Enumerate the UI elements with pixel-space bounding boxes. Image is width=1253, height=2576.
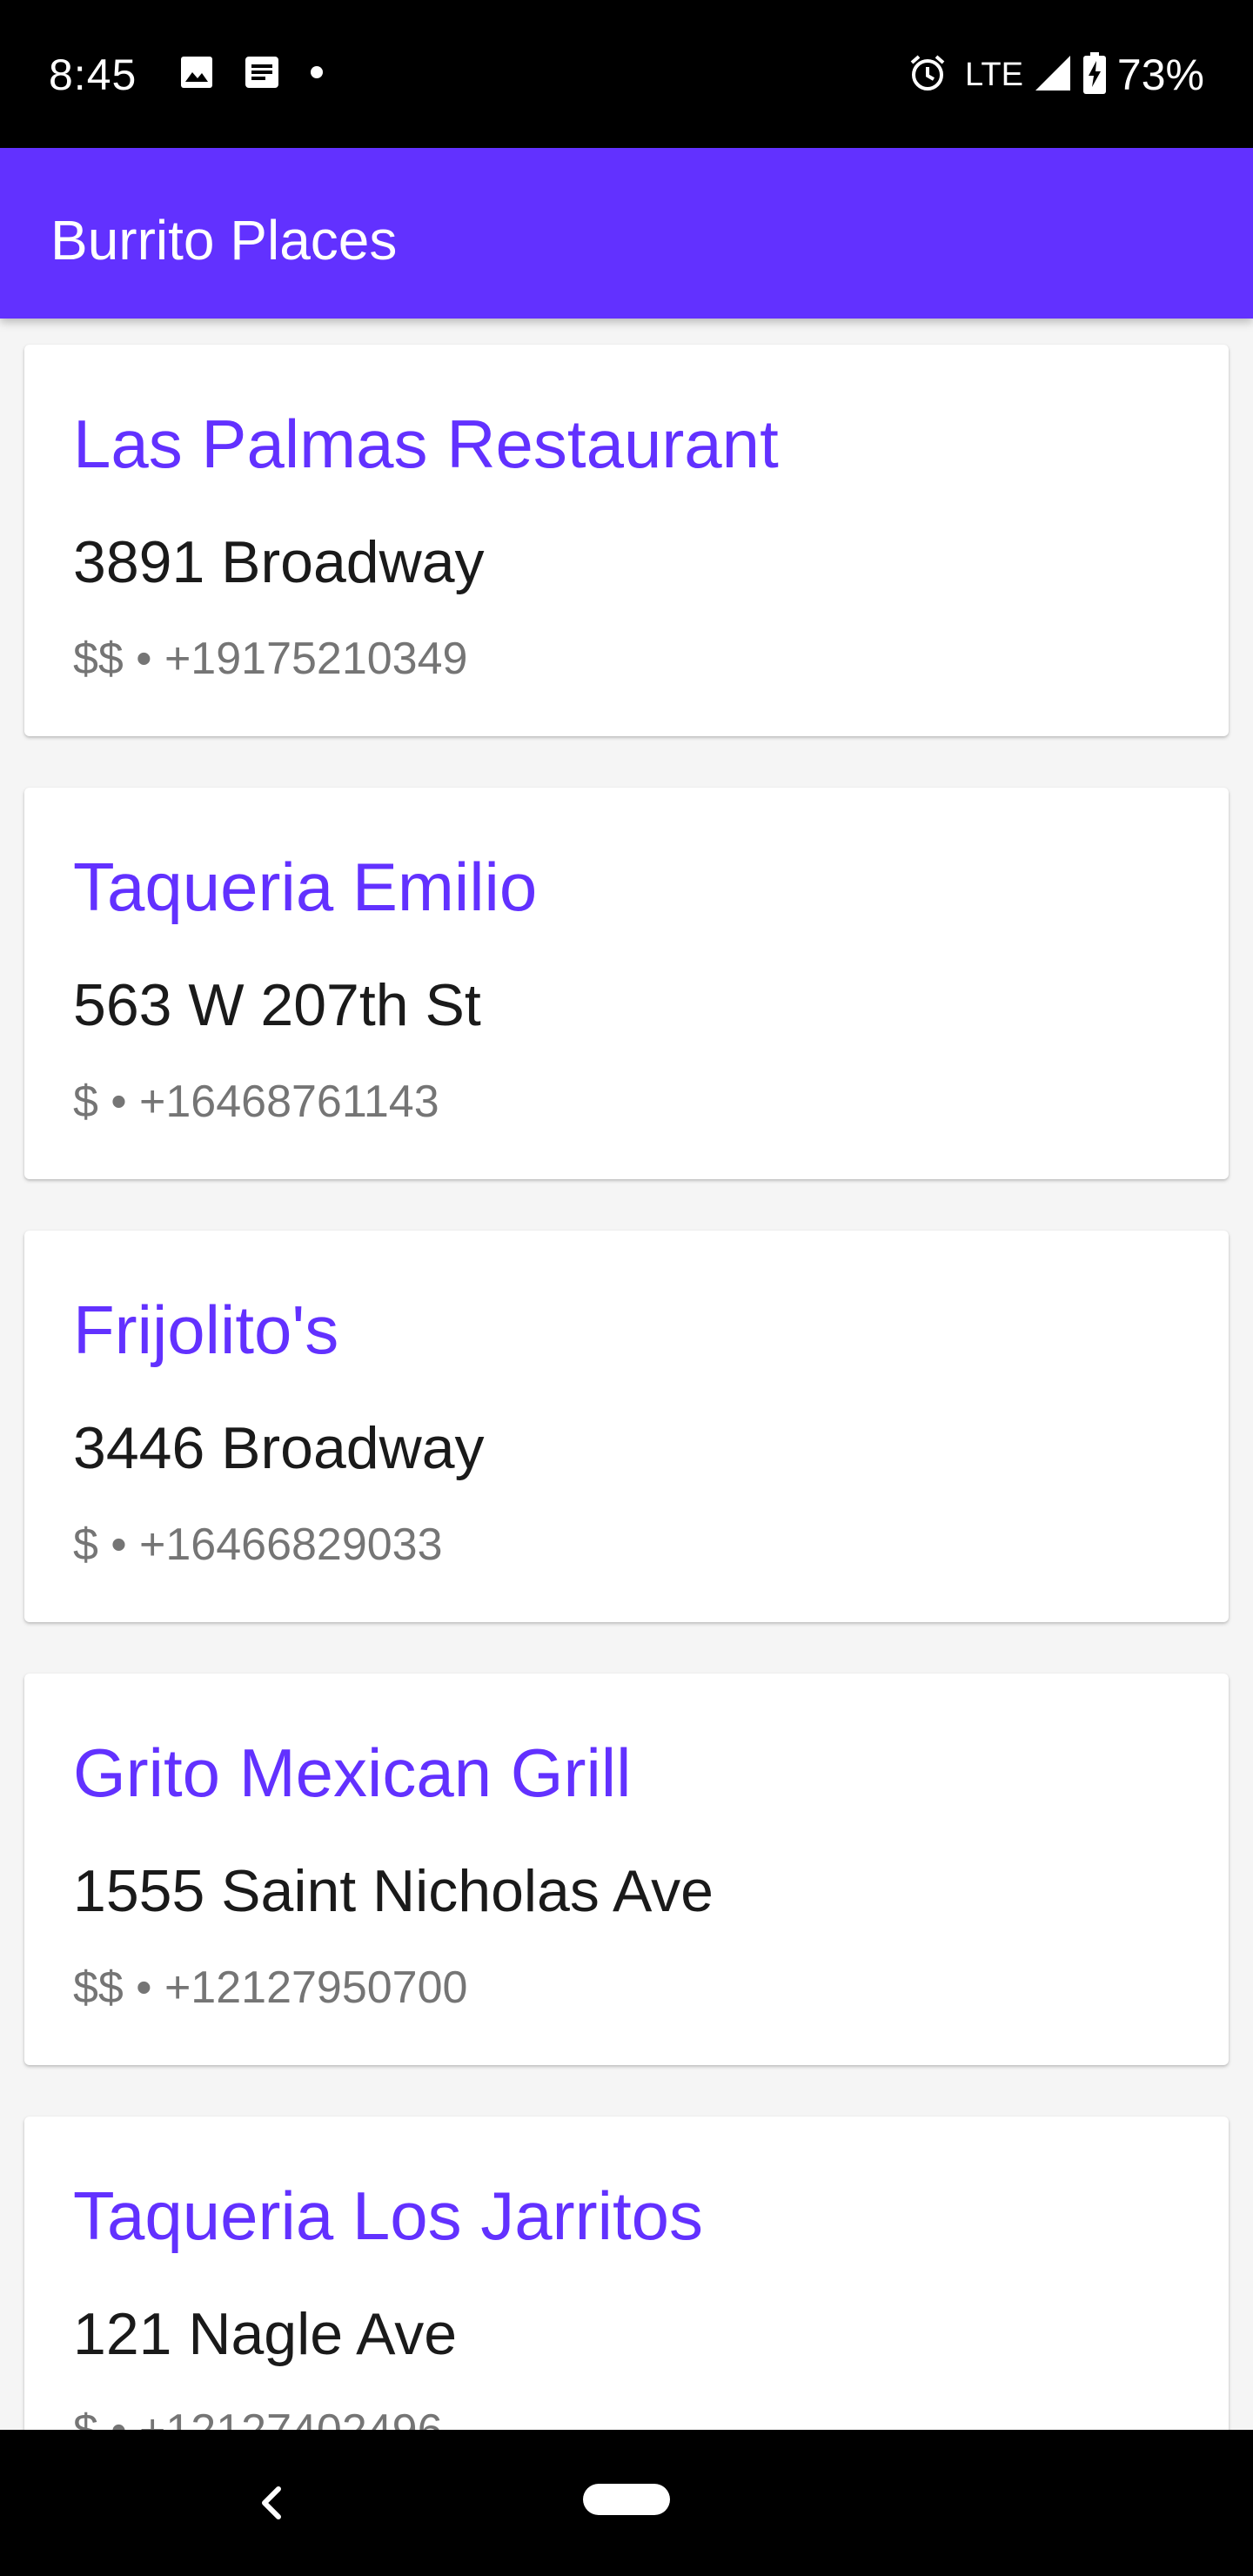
place-name: Grito Mexican Grill [73,1734,632,1811]
place-card[interactable]: Taqueria Emilio 563 W 207th St $ • +1646… [24,788,1229,1179]
place-price-phone: $ • +12127402496 [73,2404,443,2430]
place-card[interactable]: Grito Mexican Grill 1555 Saint Nicholas … [24,1674,1229,2065]
status-notification-icons [179,54,324,94]
app-bar: Burrito Places [0,148,1253,319]
alarm-icon [908,53,948,97]
image-icon [179,55,214,94]
place-card[interactable]: Frijolito's 3446 Broadway $ • +164668290… [24,1231,1229,1622]
place-address: 3891 Broadway [73,529,485,595]
status-time: 8:45 [49,50,137,99]
place-name: Frijolito's [73,1291,339,1368]
place-price-phone: $$ • +19175210349 [73,634,468,684]
place-card[interactable]: Las Palmas Restaurant 3891 Broadway $$ •… [24,345,1229,736]
place-price-phone: $ • +16466829033 [73,1519,443,1570]
battery-charging-icon [1082,51,1107,98]
place-address: 1555 Saint Nicholas Ave [73,1858,714,1924]
place-name: Taqueria Los Jarritos [73,2177,704,2254]
place-card[interactable]: Taqueria Los Jarritos 121 Nagle Ave $ • … [24,2116,1229,2430]
place-address: 563 W 207th St [73,972,481,1038]
battery-percent: 73% [1116,50,1204,99]
message-icon [244,55,280,94]
network-type: LTE [965,57,1023,93]
place-address: 121 Nagle Ave [73,2301,458,2367]
place-address: 3446 Broadway [73,1415,485,1481]
places-list[interactable]: Las Palmas Restaurant 3891 Broadway $$ •… [0,319,1253,2430]
status-bar: 8:45 LTE 73% [0,0,1253,148]
place-price-phone: $$ • +12127950700 [73,1962,468,2013]
place-name: Taqueria Emilio [73,849,538,925]
place-price-phone: $ • +16468761143 [73,1077,439,1127]
signal-icon [1034,54,1072,97]
status-right-group: LTE 73% [908,49,1204,101]
home-pill-icon[interactable] [583,2484,670,2515]
navigation-bar [0,2430,1253,2576]
back-icon[interactable] [252,2479,291,2527]
dot-icon [310,65,324,84]
place-name: Las Palmas Restaurant [73,406,779,482]
page-title: Burrito Places [50,209,398,272]
